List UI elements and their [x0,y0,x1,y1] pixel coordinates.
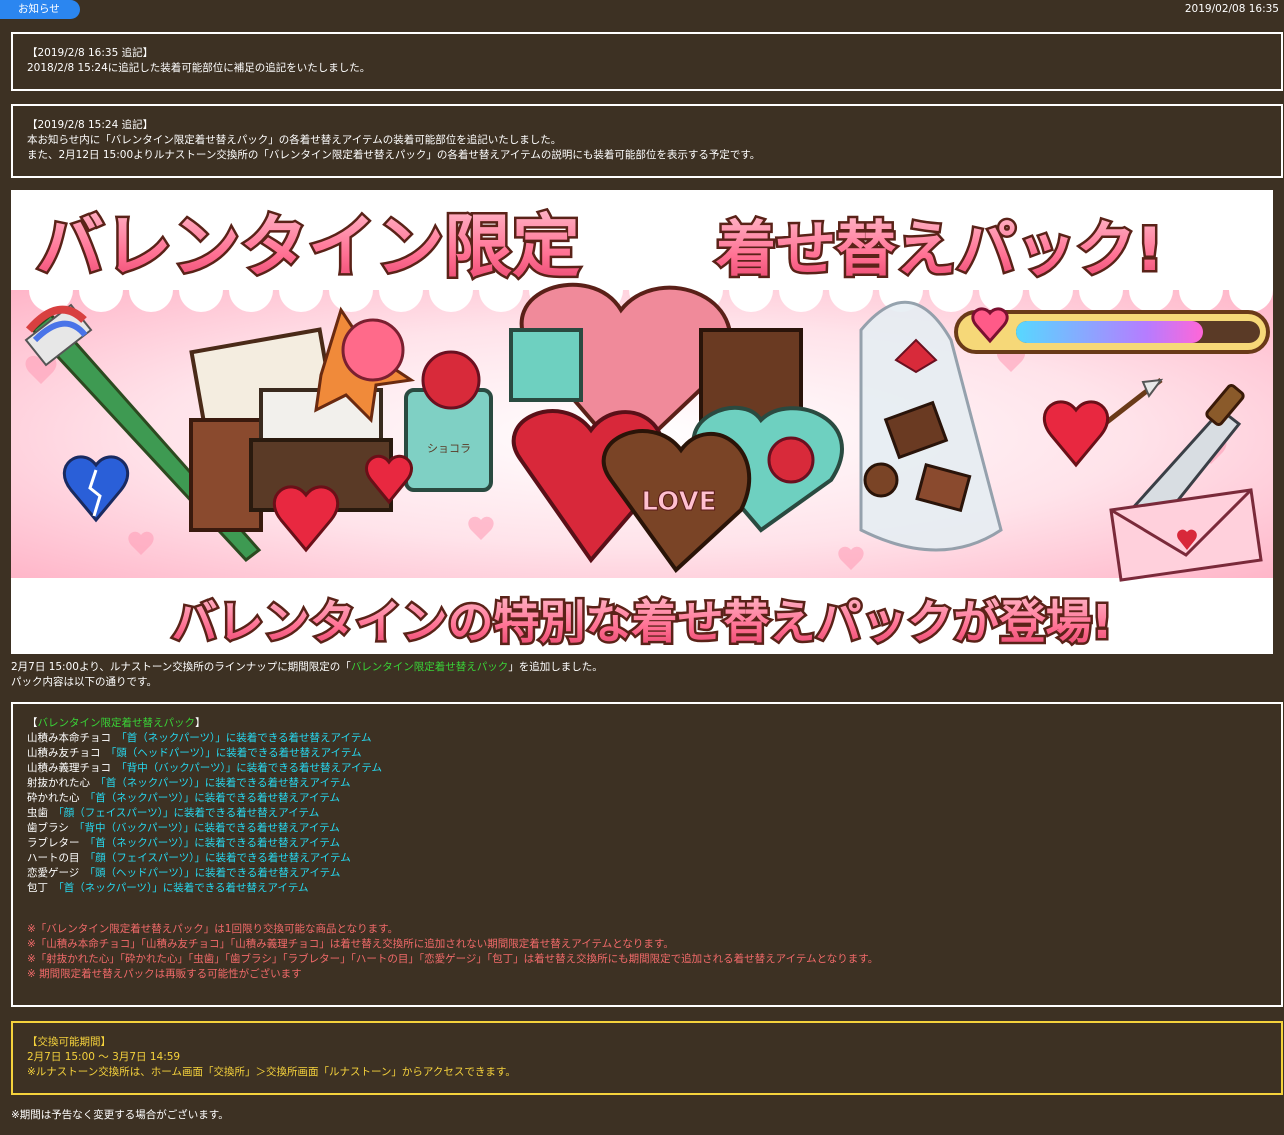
list-item: 歯ブラシ 「背中（バックパーツ）」に装着できる着せ替えアイテム [27,822,340,834]
pack-note: ※ 期間限定着せ替えパックは再販する可能性がございます [27,968,302,980]
update-1-title: 【2019/2/8 16:35 追記】 [27,47,154,59]
pack-title-name: バレンタイン限定着せ替えパック [37,717,196,729]
pack-title-close: 】 [195,717,206,729]
list-item: ハートの目 「顔（フェイスパーツ）」に装着できる着せ替えアイテム [27,852,351,864]
intro-pack-name: バレンタイン限定着せ替えパック [350,661,509,673]
valentine-banner: ショコラ LOVE バレンタイン限定 着せ替えパック! バレンタインの特別な着せ… [11,190,1273,654]
can-label: ショコラ [427,442,471,455]
list-item: 山積み義理チョコ 「背中（バックパーツ）」に装着できる着せ替えアイテム [27,762,383,774]
banner-subtitle: バレンタインの特別な着せ替えパックが登場! [172,595,1113,649]
list-item: 恋愛ゲージ 「頭（ヘッドパーツ）」に装着できる着せ替えアイテム [27,867,341,879]
list-item: 山積み本命チョコ 「首（ネックパーツ）」に装着できる着せ替えアイテム [27,732,372,744]
banner-illustration: ショコラ LOVE バレンタイン限定 着せ替えパック! バレンタインの特別な着せ… [11,190,1273,654]
intro-text: 2月7日 15:00より、ルナストーン交換所のラインナップに期間限定の「バレンタ… [11,660,603,690]
intro-suffix: 」を追加しました。 [508,661,603,673]
footer-note: ※期間は予告なく変更する場合がございます。 [11,1109,229,1121]
exchange-period-box: 【交換可能期間】 2月7日 15:00 ～ 3月7日 14:59 ※ルナストーン… [11,1021,1283,1095]
period-access-note: ※ルナストーン交換所は、ホーム画面「交換所」＞交換所画面「ルナストーン」からアク… [27,1066,516,1078]
love-gauge [954,307,1270,354]
top-bar: お知らせ 2019/02/08 16:35 [0,0,1284,20]
pack-contents-box: 【バレンタイン限定着せ替えパック】 山積み本命チョコ 「首（ネックパーツ）」に装… [11,702,1283,1007]
banner-title-right: 着せ替えパック! [716,215,1163,285]
list-item: 虫歯 「顔（フェイスパーツ）」に装着できる着せ替えアイテム [27,807,320,819]
period-title: 【交換可能期間】 [27,1036,111,1048]
news-tag[interactable]: お知らせ [0,0,80,19]
pack-item-list: 山積み本命チョコ 「首（ネックパーツ）」に装着できる着せ替えアイテム 山積み友チ… [27,731,1281,896]
pack-title: 【バレンタイン限定着せ替えパック】 [27,716,1281,731]
intro-line-2: パック内容は以下の通りです。 [11,676,157,688]
update-box-2: 【2019/2/8 15:24 追記】 本お知らせ内に「バレンタイン限定着せ替え… [11,104,1283,178]
update-2-text-1: 本お知らせ内に「バレンタイン限定着せ替えパック」の各着せ替えアイテムの装着可能部… [27,134,562,146]
post-date: 2019/02/08 16:35 [1184,3,1279,15]
period-range: 2月7日 15:00 ～ 3月7日 14:59 [27,1051,181,1063]
list-item: ラブレター 「首（ネックパーツ）」に装着できる着せ替えアイテム [27,837,341,849]
update-2-title: 【2019/2/8 15:24 追記】 [27,119,154,131]
pack-title-open: 【 [27,717,38,729]
update-box-1: 【2019/2/8 16:35 追記】 2018/2/8 15:24に追記した装… [11,32,1283,91]
list-item: 射抜かれた心 「首（ネックパーツ）」に装着できる着せ替えアイテム [27,777,351,789]
list-item: 砕かれた心 「首（ネックパーツ）」に装着できる着せ替えアイテム [27,792,341,804]
update-1-text: 2018/2/8 15:24に追記した装着可能部位に補足の追記をいたしました。 [27,62,371,74]
list-item: 山積み友チョコ 「頭（ヘッドパーツ）」に装着できる着せ替えアイテム [27,747,362,759]
pack-note: ※「射抜かれた心」「砕かれた心」「虫歯」「歯ブラシ」「ラブレター」「ハートの目」… [27,953,879,965]
pack-notes: ※「バレンタイン限定着せ替えパック」は1回限り交換可能な商品となります。 ※「山… [27,922,1281,982]
pack-note: ※「山積み本命チョコ」「山積み友チョコ」「山積み義理チョコ」は着せ替え交換所に追… [27,938,674,950]
intro-prefix: 2月7日 15:00より、ルナストーン交換所のラインナップに期間限定の「 [11,661,351,673]
update-2-text-2: また、2月12日 15:00よりルナストーン交換所の「バレンタイン限定着せ替えパ… [27,149,761,161]
intro-line-1: 2月7日 15:00より、ルナストーン交換所のラインナップに期間限定の「バレンタ… [11,660,603,675]
pack-note: ※「バレンタイン限定着せ替えパック」は1回限り交換可能な商品となります。 [27,923,399,935]
list-item: 包丁 「首（ネックパーツ）」に装着できる着せ替えアイテム [27,882,309,894]
banner-title-left: バレンタイン限定 [36,208,580,287]
love-text: LOVE [642,487,717,517]
